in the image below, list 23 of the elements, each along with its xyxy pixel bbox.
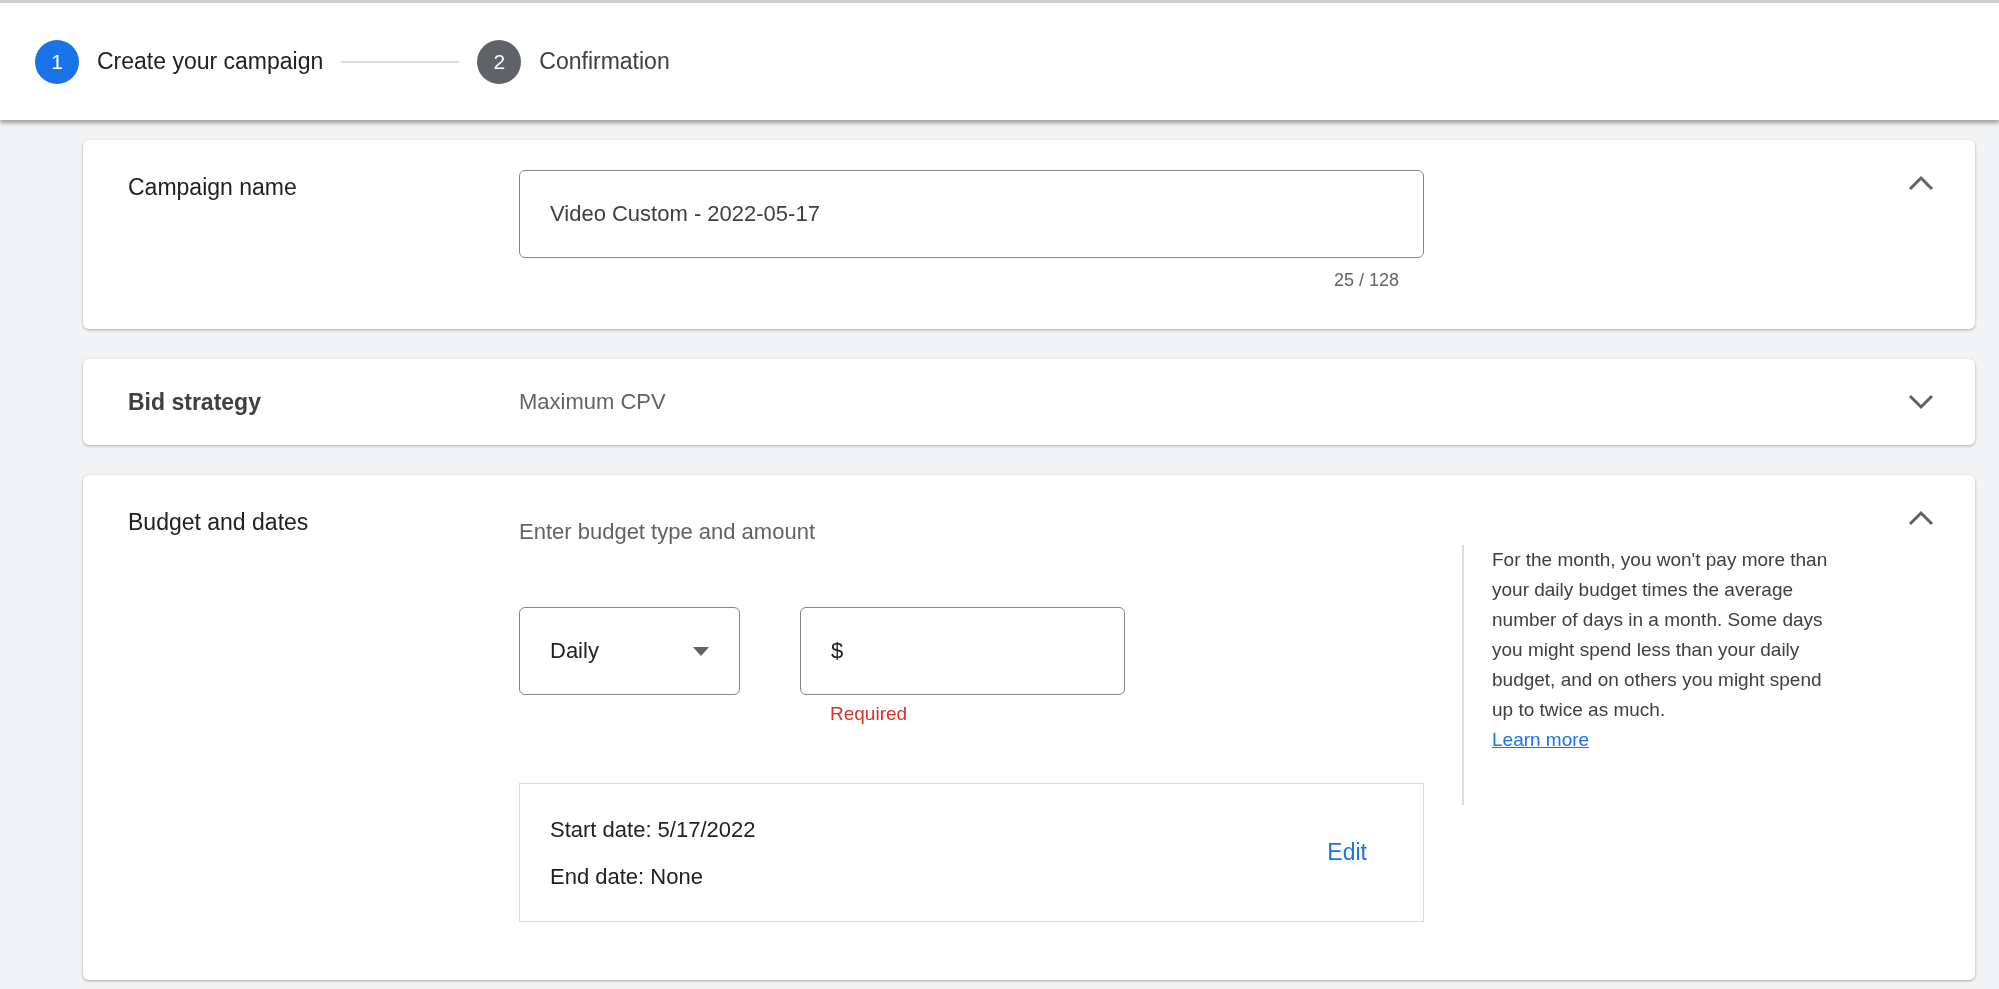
section-title: Campaign name	[128, 174, 297, 200]
campaign-name-field[interactable]: Video Custom - 2022-05-17	[519, 170, 1424, 258]
character-counter: 25 / 128	[1333, 270, 1399, 290]
dropdown-caret-icon[interactable]	[693, 646, 709, 656]
section-title: Budget and dates	[128, 509, 309, 535]
budget-type-dropdown[interactable]: Daily	[519, 607, 740, 695]
section-summary: Maximum CPV	[519, 389, 666, 414]
edit-link[interactable]: Edit	[1327, 835, 1367, 870]
step-number: 1	[35, 39, 79, 84]
step-number: 2	[477, 39, 522, 84]
step-label: Confirmation	[539, 48, 670, 75]
chevron-up-icon[interactable]	[1907, 509, 1935, 527]
budget-amount-field[interactable]: $	[800, 607, 1125, 695]
budget-prompt: Enter budget type and amount	[519, 519, 815, 544]
chevron-up-icon[interactable]	[1907, 174, 1935, 192]
learn-more-link[interactable]: Learn more	[1492, 729, 1590, 750]
date-text: End date: None	[550, 862, 704, 891]
help-text: For the month, you won't pay more than your daily budget times the average number of days in a month. Some days you might spend less than your daily budget, and on others you might spend up to twice as much.	[1492, 548, 1829, 722]
error-message: Required	[830, 703, 908, 724]
chevron-down-icon[interactable]	[1907, 393, 1935, 411]
date-text: Start date: 5/17/2022	[550, 815, 756, 844]
section-title: Bid strategy	[128, 388, 261, 415]
step-label: Create your campaign	[97, 48, 324, 75]
